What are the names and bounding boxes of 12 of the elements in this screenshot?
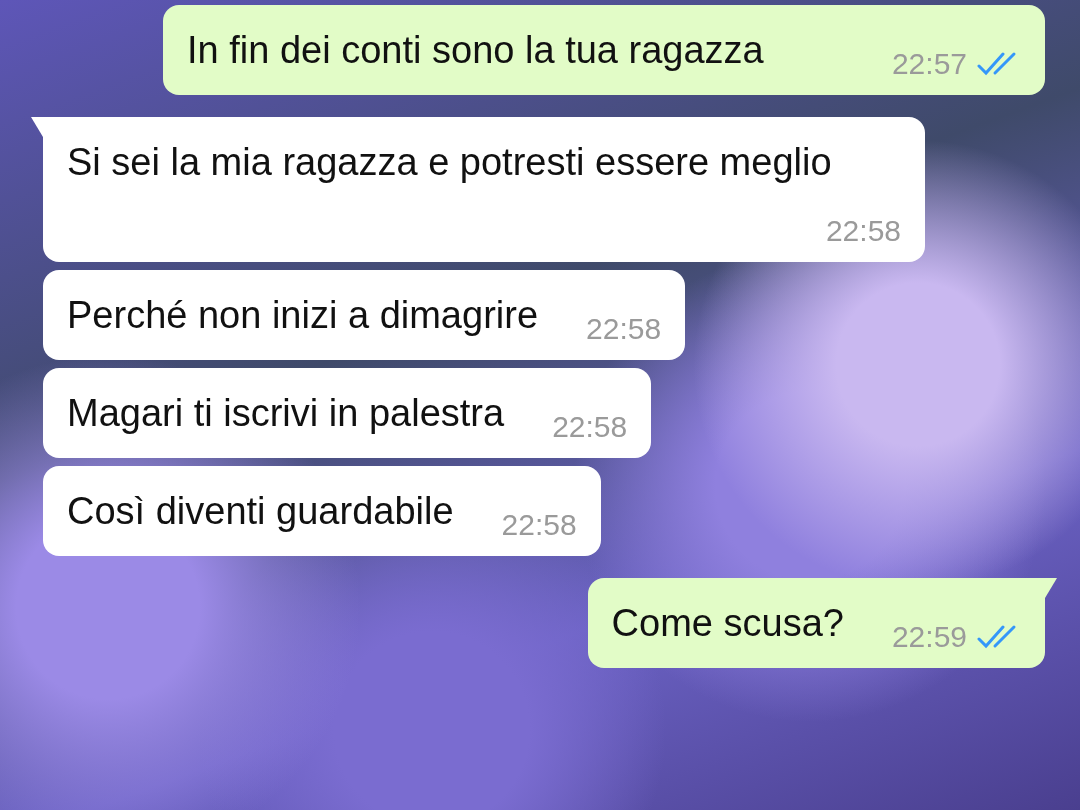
message-text: In fin dei conti sono la tua ragazza bbox=[187, 29, 764, 71]
message-time: 22:57 bbox=[891, 47, 967, 81]
message-text: Perché non inizi a dimagrire bbox=[67, 294, 538, 337]
message-time: 22:58 bbox=[586, 312, 662, 347]
message-time: 22:59 bbox=[891, 620, 967, 655]
message-time: 22:58 bbox=[552, 410, 628, 445]
message-text: Come scusa? bbox=[611, 602, 844, 645]
message-time: 22:58 bbox=[501, 508, 577, 543]
message-text: Così diventi guardabile bbox=[67, 490, 454, 533]
message-text: Magari ti iscrivi in palestra bbox=[67, 392, 505, 435]
message-time: 22:58 bbox=[825, 214, 901, 249]
message-text: Si sei la mia ragazza e potresti essere meglio bbox=[67, 141, 832, 183]
